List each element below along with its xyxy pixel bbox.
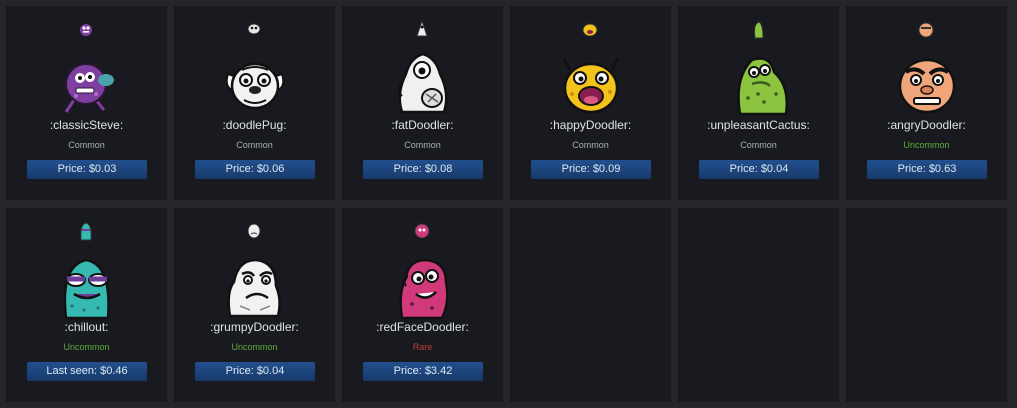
grumpy-doodler-small-icon <box>247 223 261 239</box>
price-button[interactable]: Price: $0.04 <box>699 160 819 179</box>
price-button[interactable]: Price: $0.03 <box>27 160 147 179</box>
classic-steve-small-icon <box>80 24 92 36</box>
item-card-red-face-doodler[interactable]: :redFaceDoodler: Rare Price: $3.42 <box>342 208 503 402</box>
fat-doodler-small-icon <box>416 19 428 37</box>
empty-item-slot <box>510 208 671 402</box>
price-button[interactable]: Price: $0.06 <box>195 160 315 179</box>
red-face-doodler-small-icon <box>414 223 430 239</box>
item-name: :fatDoodler: <box>391 118 454 132</box>
fat-doodler-emoticon-icon <box>398 52 448 114</box>
price-button[interactable]: Price: $0.08 <box>363 160 483 179</box>
item-rarity: Common <box>740 140 777 150</box>
item-name: :classicSteve: <box>49 118 124 132</box>
grumpy-doodler-emoticon-icon <box>227 258 281 318</box>
price-button[interactable]: Price: $0.63 <box>867 160 987 179</box>
chillout-small-icon <box>80 222 92 241</box>
price-button[interactable]: Price: $0.09 <box>531 160 651 179</box>
chillout-emoticon-icon <box>63 258 110 320</box>
item-rarity: Uncommon <box>903 140 950 150</box>
item-rarity: Uncommon <box>63 342 110 352</box>
item-name: :doodlePug: <box>222 118 287 132</box>
item-name: :angryDoodler: <box>887 118 966 132</box>
item-card-classic-steve[interactable]: :classicSteve: Common Price: $0.03 <box>6 6 167 200</box>
price-button[interactable]: Price: $3.42 <box>363 362 483 381</box>
item-card-fat-doodler[interactable]: :fatDoodler: Common Price: $0.08 <box>342 6 503 200</box>
doodle-pug-small-icon <box>247 23 261 35</box>
price-button[interactable]: Price: $0.04 <box>195 362 315 381</box>
red-face-doodler-emoticon-icon <box>399 258 449 320</box>
unpleasant-cactus-emoticon-icon <box>737 57 788 116</box>
item-name: :chillout: <box>64 320 109 334</box>
item-rarity: Common <box>68 140 105 150</box>
item-rarity: Common <box>404 140 441 150</box>
item-rarity: Uncommon <box>231 342 278 352</box>
item-card-angry-doodler[interactable]: :angryDoodler: Uncommon Price: $0.63 <box>846 6 1007 200</box>
classic-steve-emoticon-icon <box>64 63 114 113</box>
doodle-pug-emoticon-icon <box>225 62 285 110</box>
empty-item-slot <box>678 208 839 402</box>
item-name: :unpleasantCactus: <box>707 118 810 132</box>
happy-doodler-small-icon <box>582 23 598 37</box>
item-card-doodle-pug[interactable]: :doodlePug: Common Price: $0.06 <box>174 6 335 200</box>
item-card-chillout[interactable]: :chillout: Uncommon Last seen: $0.46 <box>6 208 167 402</box>
item-name: :grumpyDoodler: <box>210 320 299 334</box>
item-card-happy-doodler[interactable]: :happyDoodler: Common Price: $0.09 <box>510 6 671 200</box>
item-rarity: Common <box>236 140 273 150</box>
item-name: :happyDoodler: <box>549 118 632 132</box>
last-seen-price-button[interactable]: Last seen: $0.46 <box>27 362 147 381</box>
happy-doodler-emoticon-icon <box>562 57 620 114</box>
item-name: :redFaceDoodler: <box>376 320 469 334</box>
empty-item-slot <box>846 208 1007 402</box>
angry-doodler-small-icon <box>918 22 934 38</box>
angry-doodler-emoticon-icon <box>898 58 956 114</box>
emoticon-grid: :classicSteve: Common Price: $0.03 :dood… <box>6 6 1007 402</box>
item-card-grumpy-doodler[interactable]: :grumpyDoodler: Uncommon Price: $0.04 <box>174 208 335 402</box>
item-rarity: Common <box>572 140 609 150</box>
item-card-unpleasant-cactus[interactable]: :unpleasantCactus: Common Price: $0.04 <box>678 6 839 200</box>
item-rarity: Rare <box>412 342 433 352</box>
unpleasant-cactus-small-icon <box>754 21 764 39</box>
